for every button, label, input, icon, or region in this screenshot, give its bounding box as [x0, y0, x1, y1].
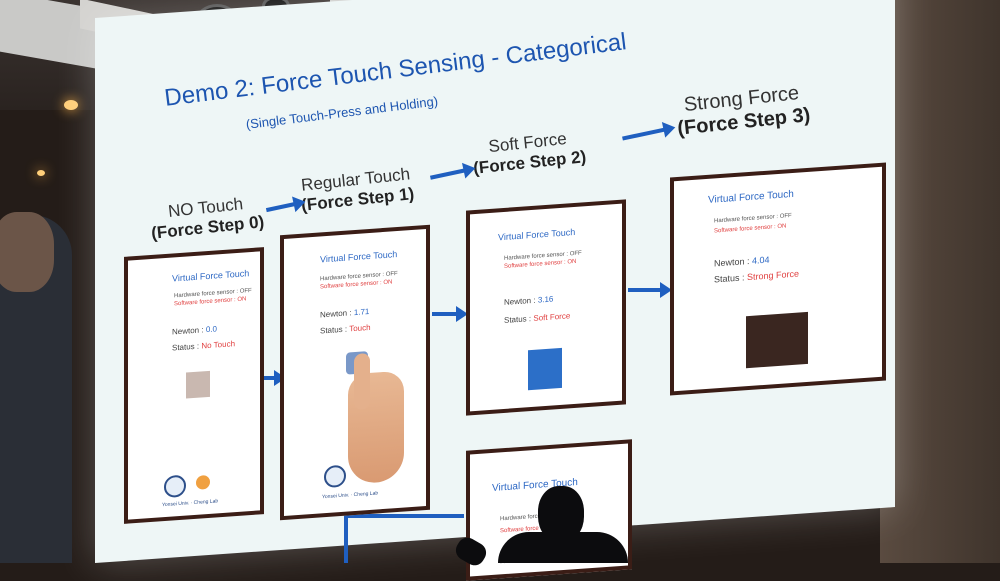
finger-image — [354, 352, 370, 411]
ceiling-light — [37, 170, 45, 176]
lab-logo — [196, 474, 210, 490]
connector-line — [344, 514, 464, 518]
phone-title: Virtual Force Touch — [172, 268, 250, 284]
force-square — [186, 370, 210, 399]
newton-readout: Newton : 4.04 — [714, 254, 770, 269]
force-square — [746, 311, 808, 369]
footer-text: Yonsei Univ. · Cheng Lab — [322, 490, 379, 501]
connector-line — [344, 514, 348, 563]
status-readout: Status : Strong Force — [714, 268, 800, 285]
force-square — [528, 347, 562, 391]
phone-title: Virtual Force Touch — [320, 249, 398, 265]
university-logo — [324, 464, 346, 489]
newton-readout: Newton : 0.0 — [172, 324, 217, 337]
newton-readout: Newton : 1.71 — [320, 306, 370, 320]
university-logo — [164, 474, 186, 499]
arrow-phone-2-3 — [628, 282, 672, 298]
audience-shoulders — [498, 532, 628, 563]
footer-text: Yonsei Univ. · Cheng Lab — [162, 498, 219, 509]
phone-screen-strong-force: Virtual Force Touch Hardware force senso… — [670, 162, 886, 396]
phone-title: Virtual Force Touch — [708, 188, 794, 206]
sw-sensor-text: Software force sensor : ON — [714, 223, 787, 235]
right-wall — [880, 0, 1000, 563]
status-readout: Status : Touch — [320, 322, 371, 336]
phone-title: Virtual Force Touch — [498, 226, 576, 243]
ceiling-light — [64, 100, 78, 110]
phone-screen-soft-force: Virtual Force Touch Hardware force senso… — [466, 199, 626, 416]
phone-screen-no-touch: Virtual Force Touch Hardware force senso… — [124, 247, 264, 524]
phone-screen-regular-touch: Virtual Force Touch Hardware force senso… — [280, 224, 430, 521]
status-readout: Status : No Touch — [172, 339, 236, 353]
newton-readout: Newton : 3.16 — [504, 294, 554, 307]
status-readout: Status : Soft Force — [504, 311, 571, 325]
arrow-phone-1-2 — [432, 306, 468, 322]
hw-sensor-text: Hardware force sensor : OFF — [714, 213, 792, 225]
presenter-head — [0, 212, 54, 292]
